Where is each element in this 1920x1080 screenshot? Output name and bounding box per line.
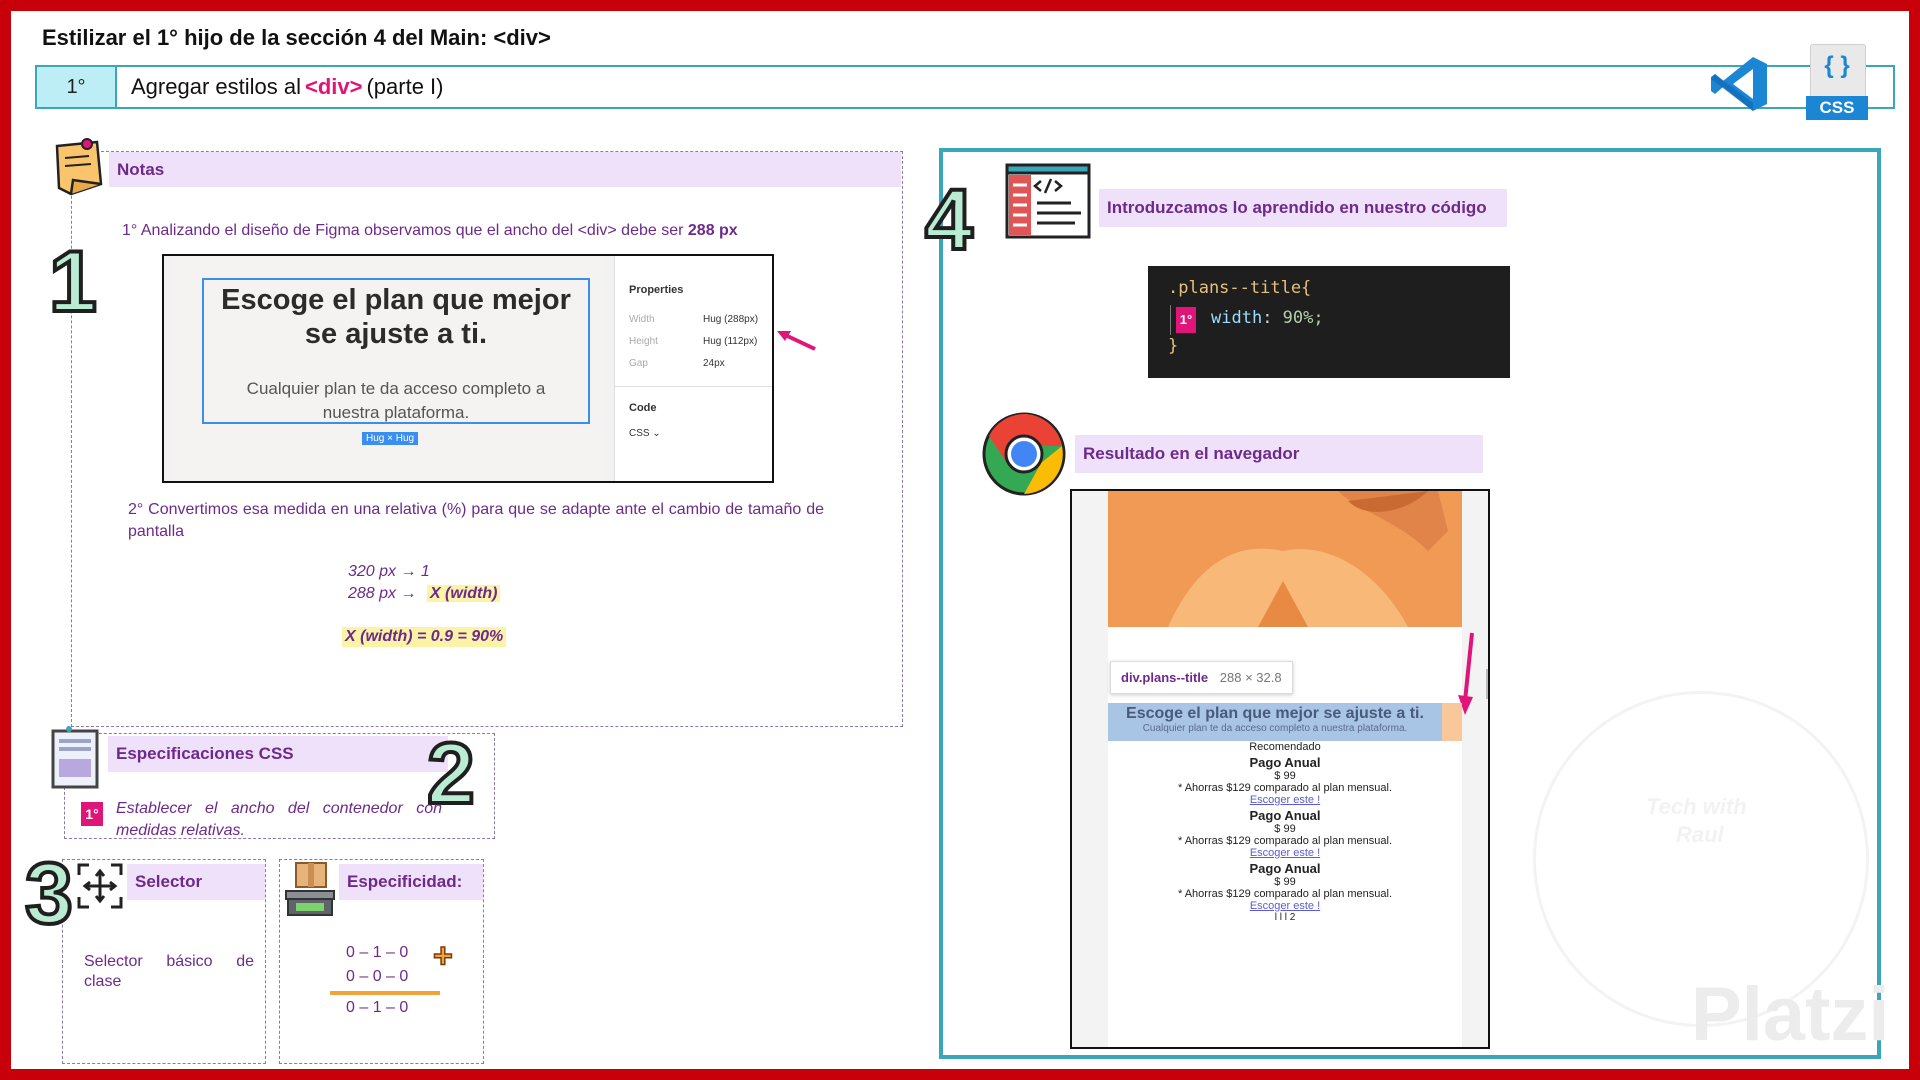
figma-heading: Escoge el plan que mejor se ajuste a ti. [221, 284, 571, 350]
code-badge: 1° [1176, 307, 1196, 333]
specs-label: Especificaciones CSS [108, 736, 448, 772]
devtools-tooltip: div.plans--title 288 × 32.8 [1110, 661, 1293, 694]
code-section-label: Introduzcamos lo aprendido en nuestro có… [1099, 189, 1507, 227]
plan-price: $ 99 [1274, 770, 1296, 782]
calc-line2: 288 px → X (width) [348, 585, 501, 603]
figma-gap-value: 24px [703, 358, 725, 369]
code-window-icon [1005, 163, 1091, 239]
css-file-icon: { } CSS [1806, 44, 1868, 120]
step-title-post: (parte I) [366, 74, 444, 99]
notes-label: Notas [109, 152, 901, 187]
code-selector: .plans--title{ [1168, 278, 1312, 298]
notes-point2: 2° Convertimos esa medida en una relativ… [128, 501, 824, 540]
figma-paragraph: Cualquier plan te da acceso completo a n… [246, 379, 546, 422]
figma-width-value: Hug (288px) [703, 314, 759, 325]
calc-line2-right: X (width) [426, 585, 501, 602]
arrow-icon [777, 331, 816, 351]
browser-paragraph: Cualquier plan te da acceso completo a n… [1142, 723, 1408, 734]
step-title-pre: Agregar estilos al [131, 74, 301, 99]
selector-text-line2: clase [84, 973, 122, 990]
plan-saving: * Ahorras $129 comparado al plan mensual… [1177, 888, 1393, 900]
specificity-row1: 0 – 1 – 0 [346, 944, 409, 961]
recommended-label: Recomendado [1249, 741, 1321, 753]
hero-image [1108, 491, 1462, 627]
figma-code-lang: CSS ⌄ [629, 428, 661, 439]
figma-hug-tag: Hug × Hug [362, 432, 419, 445]
step-title: Agregar estilos al <div> (parte I) [117, 67, 444, 107]
css-braces: { } [1824, 52, 1850, 79]
figma-properties-title: Properties [629, 284, 684, 296]
tooltip-name: div.plans--title [1121, 670, 1209, 685]
plans-list: Recomendado Pago Anual $ 99 * Ahorras $1… [1108, 741, 1462, 923]
section-number-1: 1 [47, 234, 99, 330]
move-selector-icon [77, 863, 123, 909]
specificity-divider [330, 991, 440, 995]
css-badge: CSS [1806, 96, 1868, 120]
browser-footer: l l l 2 [1274, 912, 1296, 923]
selector-label: Selector [127, 864, 265, 900]
notes-point1-value: 288 px [687, 222, 738, 239]
plan-price: $ 99 [1274, 876, 1296, 888]
chrome-icon [982, 412, 1066, 496]
specificity-label: Especificidad: [339, 864, 483, 900]
platzi-watermark: Platzi [1691, 972, 1890, 1057]
page-title: Estilizar el 1° hijo de la sección 4 del… [42, 25, 551, 50]
figma-properties-panel: Properties Width Hug (288px) Height Hug … [614, 256, 772, 481]
specs-badge: 1° [81, 802, 103, 826]
code-property: width [1211, 308, 1263, 328]
step-title-tag: <div> [304, 74, 363, 99]
figma-code-title: Code [629, 402, 657, 414]
specs-text: Establecer el ancho del contenedor con m… [116, 800, 442, 839]
specificity-total: 0 – 1 – 0 [346, 999, 409, 1016]
plan-name: Pago Anual [1249, 861, 1321, 876]
calc-line2-left: 288 px → [348, 585, 417, 602]
plan-saving: * Ahorras $129 comparado al plan mensual… [1177, 835, 1393, 847]
browser-section-label: Resultado en el navegador [1075, 435, 1483, 473]
woman-photo-illustration [1108, 491, 1462, 627]
selector-text-line: Selector básico de [84, 953, 254, 970]
figma-gap-label: Gap [629, 358, 648, 369]
code-declaration: width: 90%; [1211, 308, 1324, 328]
plan-card-2: Pago Anual $ 99 * Ahorras $129 comparado… [1108, 808, 1462, 859]
notes-point1-text: 1° Analizando el diseño de Figma observa… [122, 222, 684, 239]
scale-box-icon [285, 862, 335, 916]
tooltip-size: 288 × 32.8 [1219, 670, 1282, 685]
plan-price: $ 99 [1274, 823, 1296, 835]
code-close: } [1168, 336, 1179, 356]
figma-height-label: Height [629, 336, 658, 347]
specificity-row2: 0 – 0 – 0 [346, 968, 409, 985]
plan-name: Pago Anual [1249, 755, 1321, 770]
figma-screenshot: Escoge el plan que mejor se ajuste a ti.… [162, 254, 774, 483]
notes-point1: 1° Analizando el diseño de Figma observa… [122, 222, 738, 240]
slide: Estilizar el 1° hijo de la sección 4 del… [11, 11, 1909, 1069]
calc-result: X (width) = 0.9 = 90% [342, 627, 507, 647]
plan-saving: * Ahorras $129 comparado al plan mensual… [1177, 782, 1393, 794]
section-number-4: 4 [923, 172, 975, 268]
calc-line1: 320 px → 1 [348, 563, 430, 580]
browser-heading: Escoge el plan que mejor se ajuste a ti. [1126, 705, 1424, 722]
plan-link[interactable]: Escoger este ! [1250, 794, 1320, 806]
watermark-signature-1: Tech with [1646, 794, 1747, 819]
spec-sheet-icon [51, 726, 99, 789]
plan-name: Pago Anual [1249, 808, 1321, 823]
plan-link[interactable]: Escoger este ! [1250, 847, 1320, 859]
step-header-bar: 1° Agregar estilos al <div> (parte I) [35, 65, 1895, 109]
step-number: 1° [37, 67, 117, 107]
sticky-note-icon [55, 138, 103, 196]
figma-canvas: Escoge el plan que mejor se ajuste a ti.… [172, 256, 602, 481]
code-value: 90%; [1282, 308, 1324, 328]
section-number-3: 3 [23, 846, 75, 942]
plan-card-3: Pago Anual $ 99 * Ahorras $129 comparado… [1108, 861, 1462, 912]
vscode-icon [1711, 57, 1767, 111]
figma-width-label: Width [629, 314, 655, 325]
highlighted-plans-title: Escoge el plan que mejor se ajuste a ti.… [1108, 703, 1442, 741]
plan-card-1: Pago Anual $ 99 * Ahorras $129 comparado… [1108, 755, 1462, 806]
browser-screenshot: div.plans--title 288 × 32.8 Escoge el pl… [1070, 489, 1490, 1049]
code-block: .plans--title{ 1° width: 90%; } [1148, 266, 1510, 378]
figma-selected-frame: Escoge el plan que mejor se ajuste a ti.… [202, 278, 590, 424]
plus-icon: + [432, 936, 453, 976]
watermark-signature-2: Raul [1676, 822, 1724, 847]
figma-height-value: Hug (112px) [703, 336, 758, 347]
plan-link[interactable]: Escoger este ! [1250, 900, 1320, 912]
